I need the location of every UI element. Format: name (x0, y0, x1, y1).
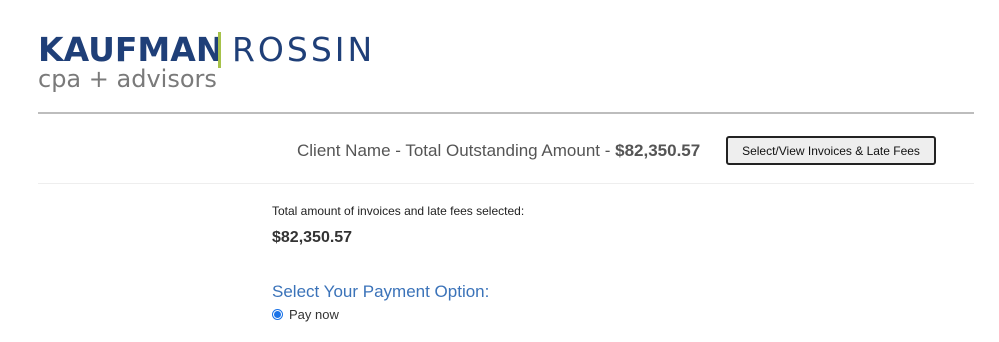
logo-tagline: cpa + advisors (38, 65, 217, 93)
section-divider (38, 183, 974, 184)
payment-page: KAUFMAN ROSSIN cpa + advisors Client Nam… (0, 0, 999, 342)
radio-selected-dot (274, 310, 281, 318)
selected-total-label: Total amount of invoices and late fees s… (272, 204, 525, 218)
logo-divider (218, 32, 221, 68)
payment-option-heading: Select Your Payment Option: (272, 282, 490, 301)
payment-option-pay-now[interactable]: Pay now (272, 306, 339, 322)
logo-rossin-text: ROSSIN (232, 30, 376, 69)
pay-now-label[interactable]: Pay now (289, 307, 339, 322)
select-invoices-button[interactable]: Select/View Invoices & Late Fees (726, 136, 936, 165)
header-divider (38, 112, 974, 114)
selected-total-value: $82,350.57 (272, 229, 353, 246)
outstanding-label: Client Name - Total Outstanding Amount - (297, 141, 616, 160)
outstanding-amount: $82,350.57 (615, 141, 701, 160)
pay-now-radio[interactable] (272, 308, 283, 320)
outstanding-summary: Client Name - Total Outstanding Amount -… (297, 140, 700, 162)
